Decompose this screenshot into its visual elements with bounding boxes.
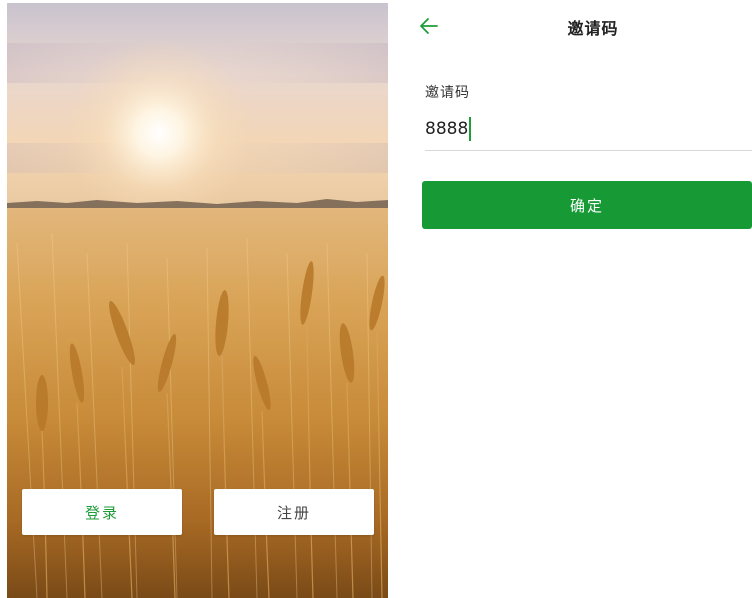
login-button[interactable]: 登录: [22, 489, 182, 535]
invite-code-value: 8888: [425, 119, 469, 139]
nav-bar: 邀请码: [388, 0, 752, 52]
register-button[interactable]: 注册: [214, 489, 374, 535]
arrow-left-icon[interactable]: [417, 14, 441, 38]
page-title: 邀请码: [567, 19, 619, 38]
invite-code-input[interactable]: 8888: [425, 114, 752, 144]
input-underline: [425, 150, 752, 151]
confirm-button[interactable]: 确定: [422, 181, 752, 229]
invite-code-screen: 邀请码 邀请码 8888 确定: [388, 0, 752, 598]
welcome-screen: 登录 注册: [7, 3, 388, 598]
invite-code-label: 邀请码: [425, 85, 470, 101]
text-caret: [469, 117, 472, 141]
